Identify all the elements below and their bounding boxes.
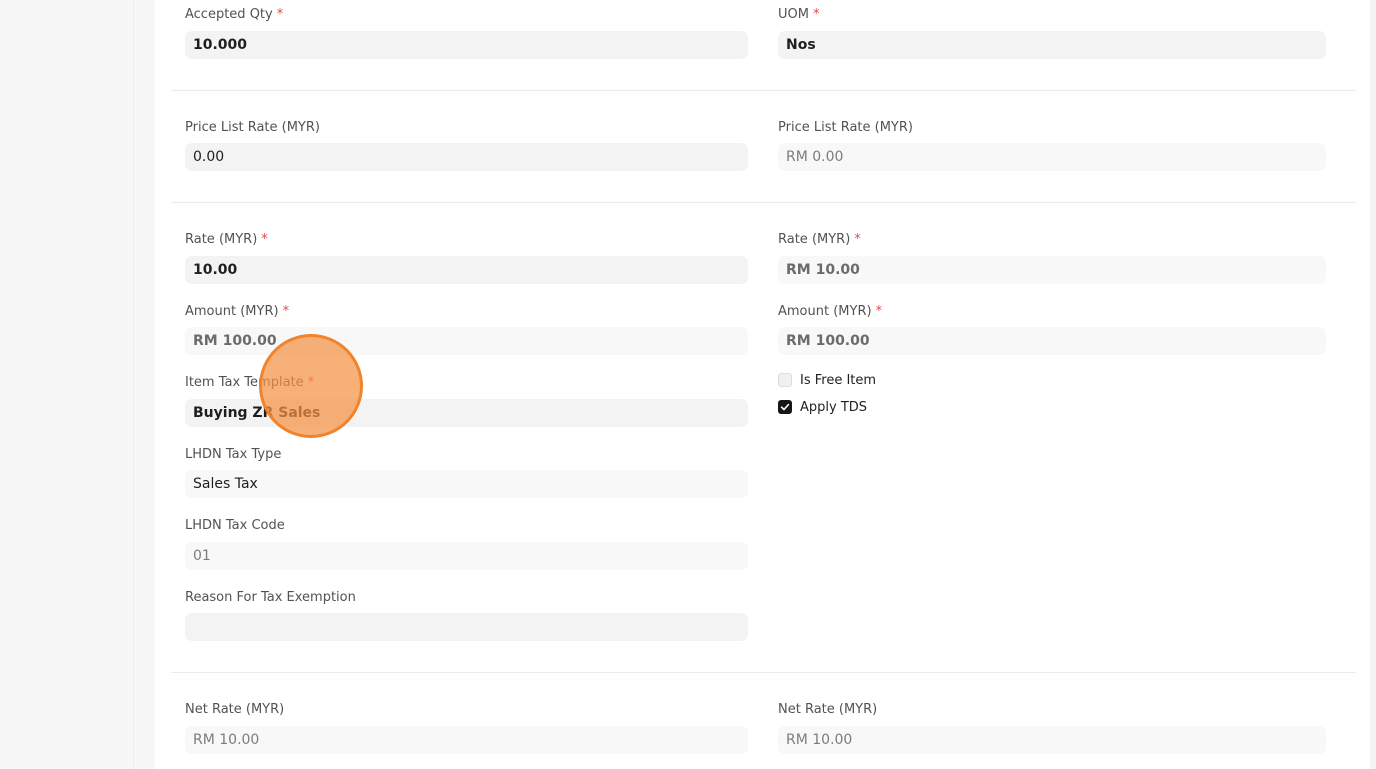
base-amount-value: RM 100.00 [778, 327, 1326, 355]
base-price-list-rate-value: RM 0.00 [778, 143, 1326, 171]
amount-label: Amount (MYR) * [185, 304, 290, 319]
amount-value: RM 100.00 [185, 327, 748, 355]
item-tax-template-input[interactable]: Buying ZR Sales [185, 399, 748, 427]
accepted-qty-label: Accepted Qty * [185, 7, 284, 22]
apply-tds-checkbox[interactable] [778, 400, 792, 414]
rate-label: Rate (MYR) * [185, 232, 268, 247]
is-free-item-label: Is Free Item [800, 372, 877, 388]
net-rate-label: Net Rate (MYR) [185, 702, 285, 717]
price-list-rate-label: Price List Rate (MYR) [185, 120, 320, 135]
reason-tax-exemption-input[interactable] [185, 613, 748, 641]
base-net-rate-label: Net Rate (MYR) [778, 702, 878, 717]
base-price-list-rate-label: Price List Rate (MYR) [778, 120, 913, 135]
uom-label: UOM * [778, 7, 820, 22]
lhdn-tax-type-value: Sales Tax [185, 470, 748, 498]
base-rate-label: Rate (MYR) * [778, 232, 861, 247]
lhdn-tax-code-label: LHDN Tax Code [185, 518, 285, 533]
section-divider [171, 90, 1356, 91]
base-net-rate-value: RM 10.00 [778, 726, 1326, 754]
section-divider [171, 202, 1356, 203]
item-tax-template-label: Item Tax Template * [185, 375, 315, 390]
section-divider [171, 672, 1356, 673]
rate-input[interactable]: 10.00 [185, 256, 748, 284]
lhdn-tax-code-value: 01 [185, 542, 748, 570]
page: Accepted Qty * 10.000 UOM * Nos Price List… [0, 0, 1376, 769]
apply-tds-checkbox-row[interactable]: Apply TDS [778, 398, 867, 416]
net-rate-value: RM 10.00 [185, 726, 748, 754]
price-list-rate-input[interactable]: 0.00 [185, 143, 748, 171]
check-icon [780, 403, 790, 411]
is-free-item-checkbox[interactable] [778, 373, 792, 387]
uom-input[interactable]: Nos [778, 31, 1326, 59]
base-amount-label: Amount (MYR) * [778, 304, 883, 319]
is-free-item-checkbox-row[interactable]: Is Free Item [778, 371, 876, 389]
accepted-qty-input[interactable]: 10.000 [185, 31, 748, 59]
apply-tds-label: Apply TDS [800, 399, 868, 415]
form-card [155, 0, 1370, 769]
left-gutter [0, 0, 133, 769]
scrollbar-track[interactable] [1370, 0, 1376, 769]
left-gutter-border [133, 0, 134, 769]
lhdn-tax-type-label: LHDN Tax Type [185, 447, 282, 462]
reason-tax-exemption-label: Reason For Tax Exemption [185, 590, 356, 605]
base-rate-value: RM 10.00 [778, 256, 1326, 284]
